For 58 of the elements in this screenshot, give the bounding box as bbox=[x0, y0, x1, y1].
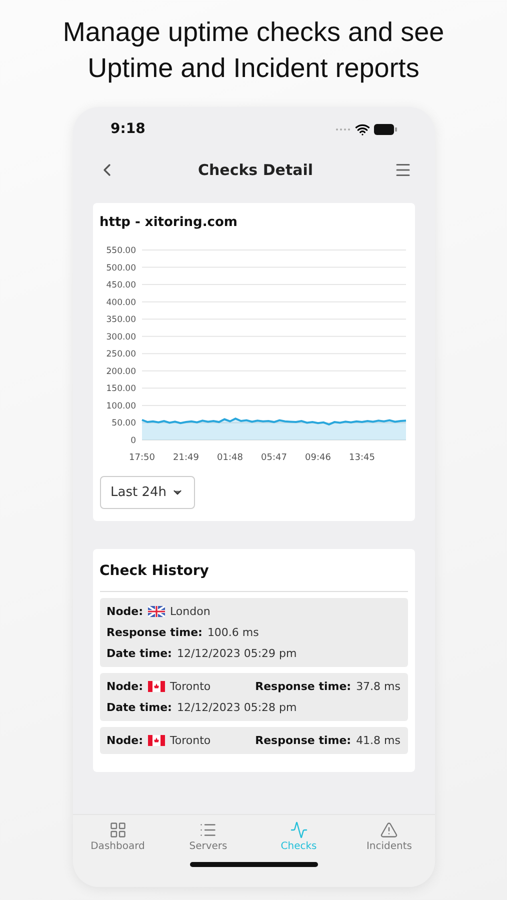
y-tick-label: 100.00 bbox=[106, 401, 136, 412]
flag-icon bbox=[148, 735, 165, 746]
grid-icon bbox=[108, 821, 127, 839]
node-name: London bbox=[170, 605, 210, 618]
range-dropdown[interactable]: Last 24h bbox=[100, 476, 194, 509]
response-time: 37.8 ms bbox=[356, 680, 400, 693]
flag-icon bbox=[148, 606, 165, 617]
field-label: Response time: bbox=[106, 626, 202, 639]
check-title: http - xitoring.com bbox=[100, 215, 238, 232]
y-tick-label: 350.00 bbox=[106, 315, 136, 326]
y-tick-label: 550.00 bbox=[106, 246, 136, 256]
node-name: Toronto bbox=[170, 680, 211, 693]
tab[interactable]: Dashboard bbox=[78, 821, 158, 852]
field-label: Date time: bbox=[106, 701, 172, 714]
history-title: Check History bbox=[100, 561, 408, 592]
y-tick-label: 200.00 bbox=[106, 366, 136, 377]
y-tick-label: 250.00 bbox=[106, 350, 136, 360]
list-icon bbox=[199, 821, 218, 839]
status-time: 9:18 bbox=[110, 121, 146, 137]
battery-icon bbox=[374, 124, 396, 134]
x-tick-label: 05:47 bbox=[260, 453, 286, 463]
field-label: Node: bbox=[106, 680, 143, 693]
headline: Uptime and Incident reports bbox=[88, 52, 420, 85]
screen-title: Checks Detail bbox=[198, 161, 314, 179]
y-tick-label: 450.00 bbox=[106, 280, 136, 291]
y-tick-label: 0 bbox=[130, 436, 136, 446]
signal-icon bbox=[334, 128, 350, 130]
tab[interactable]: Incidents bbox=[349, 821, 430, 852]
headline: Manage uptime checks and see bbox=[62, 16, 444, 49]
y-tick-label: 50.00 bbox=[111, 418, 136, 429]
x-tick-label: 09:46 bbox=[304, 453, 330, 463]
pulse-icon bbox=[290, 821, 308, 839]
x-tick-label: 17:50 bbox=[128, 453, 154, 463]
y-tick-label: 300.00 bbox=[106, 332, 136, 342]
field-label: Date time: bbox=[106, 647, 172, 660]
date-time: 12/12/2023 05:28 pm bbox=[176, 701, 297, 714]
date-time: 12/12/2023 05:29 pm bbox=[176, 647, 297, 660]
warning-icon bbox=[380, 821, 398, 839]
y-tick-label: 400.00 bbox=[106, 298, 136, 308]
x-tick-label: 21:49 bbox=[172, 453, 198, 463]
field-label: Node: bbox=[106, 605, 143, 618]
field-label: Response time: bbox=[255, 680, 352, 693]
history-item[interactable]: Node: London Response time: 100.6 ms Date time: 12/12/2023 05:29 pm bbox=[100, 598, 408, 667]
y-tick-label: 500.00 bbox=[106, 263, 136, 274]
x-tick-label: 01:48 bbox=[216, 453, 242, 463]
field-label: Response time: bbox=[255, 734, 352, 747]
y-tick-label: 150.00 bbox=[106, 384, 136, 394]
x-tick-label: 13:45 bbox=[348, 453, 374, 463]
history-item[interactable]: Node: Toronto Response time: 37.8 ms Date time: 12/12/2023 05:28 pm bbox=[100, 673, 408, 721]
history-item[interactable]: Node: Toronto Response time: 41.8 ms bbox=[100, 727, 408, 754]
response-time: 100.6 ms bbox=[207, 626, 259, 639]
menu-icon[interactable] bbox=[394, 161, 412, 179]
node-name: Toronto bbox=[170, 734, 211, 747]
flag-icon bbox=[148, 681, 165, 692]
wifi-icon bbox=[354, 122, 370, 136]
response-time: 41.8 ms bbox=[356, 734, 400, 747]
field-label: Node: bbox=[106, 734, 143, 747]
tab[interactable]: Servers bbox=[168, 821, 248, 852]
